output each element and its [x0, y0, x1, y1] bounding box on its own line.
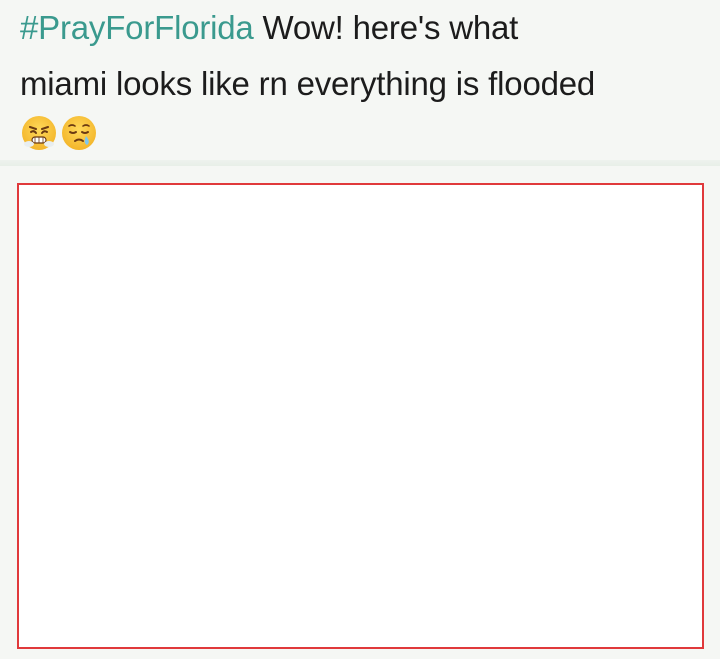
section-divider [0, 160, 720, 166]
caption-line-1: #PrayForFlorida Wow! here's what [20, 0, 710, 56]
social-post: #PrayForFlorida Wow! here's what miami l… [0, 0, 720, 659]
caption-line-2: miami looks like rn everything is floode… [20, 65, 596, 102]
post-caption: #PrayForFlorida Wow! here's what miami l… [20, 0, 710, 112]
hashtag-link[interactable]: #PrayForFlorida [20, 9, 254, 46]
face-with-steam-from-nose-emoji [22, 116, 56, 150]
media-placeholder-frame [17, 183, 704, 649]
sleepy-face-emoji [62, 116, 96, 150]
emoji-row [20, 114, 98, 150]
caption-text-1: Wow! here's what [253, 9, 519, 46]
